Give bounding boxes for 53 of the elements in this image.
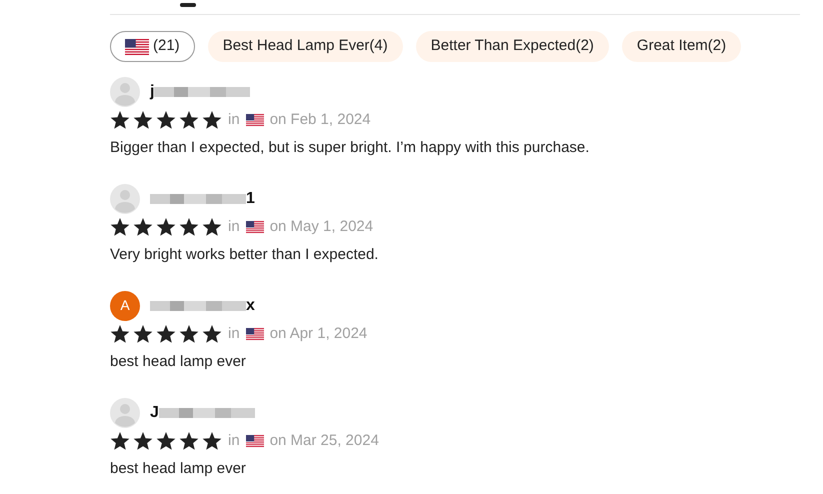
star-icon (202, 432, 222, 451)
star-icon (179, 110, 199, 130)
us-flag-icon (246, 328, 264, 340)
review-date: on Apr 1, 2024 (270, 324, 368, 344)
location-label: in (228, 431, 240, 451)
reviewer-name: j (150, 82, 154, 102)
reviewer-name: J (150, 402, 159, 422)
location-label: in (228, 324, 240, 344)
star-icon (133, 432, 153, 451)
review-date: on May 1, 2024 (270, 217, 374, 237)
star-icon (133, 324, 153, 344)
reviewer-name: x (246, 296, 255, 316)
star-icon (202, 324, 222, 344)
star-icon (133, 218, 153, 237)
star-icon (179, 432, 199, 451)
redacted-name-icon (158, 406, 255, 420)
location-label: in (228, 110, 240, 130)
tag-filter-chip[interactable]: Best Head Lamp Ever(4) (208, 31, 403, 62)
location-label: in (228, 217, 240, 237)
us-flag-icon (246, 435, 264, 448)
star-icon (179, 218, 199, 237)
star-icon (156, 432, 176, 451)
us-flag-icon (246, 114, 264, 126)
star-icon (202, 110, 222, 130)
country-filter-chip[interactable]: (21) (110, 31, 195, 62)
star-icon (179, 324, 199, 344)
star-icon (202, 218, 222, 237)
star-icon (156, 218, 176, 237)
review-text: best head lamp ever (110, 352, 247, 372)
avatar-icon (110, 184, 140, 214)
review-text: best head lamp ever (110, 458, 247, 478)
star-icon (156, 110, 176, 130)
avatar: A (110, 290, 140, 320)
star-icon (156, 324, 176, 344)
avatar-icon (110, 76, 140, 106)
star-icon (110, 110, 130, 130)
redacted-name-icon (150, 192, 246, 206)
tag-filter-chip[interactable]: Great Item(2) (622, 31, 742, 62)
tag-filter-chip[interactable]: Better Than Expected(2) (416, 31, 609, 62)
star-icon (110, 432, 130, 451)
star-icon (133, 110, 153, 130)
us-flag-icon (246, 221, 264, 234)
avatar-icon (110, 398, 140, 428)
star-icon (110, 218, 130, 237)
review-text: Very bright works better than I expected. (110, 244, 380, 264)
reviewer-name: 1 (246, 188, 255, 208)
redacted-name-icon (150, 298, 246, 312)
redacted-name-icon (154, 84, 250, 98)
review-text: Bigger than I expected, but is super bright. I’m happy with this purchase. (110, 138, 590, 158)
star-icon (110, 324, 130, 344)
review-date: on Feb 1, 2024 (270, 110, 371, 130)
us-flag-icon (125, 38, 149, 54)
review-date: on Mar 25, 2024 (270, 431, 379, 451)
